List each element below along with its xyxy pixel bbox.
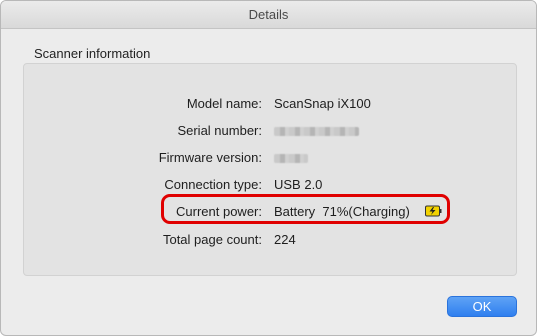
firmware-row: Firmware version: (24, 150, 516, 168)
serial-label: Serial number: (177, 123, 262, 138)
pagecount-row: Total page count: 224 (24, 232, 516, 250)
firmware-label: Firmware version: (158, 150, 262, 165)
scanner-info-panel: Model name: ScanSnap iX100 Serial number… (23, 63, 517, 276)
serial-value-redacted (274, 123, 359, 139)
model-label: Model name: (186, 96, 262, 111)
connection-label: Connection type: (164, 177, 262, 192)
connection-value: USB 2.0 (274, 177, 323, 192)
connection-row: Connection type: USB 2.0 (24, 177, 516, 195)
ok-button[interactable]: OK (447, 296, 517, 317)
current-power-highlight (161, 194, 450, 224)
window-title: Details (1, 1, 536, 29)
details-window: Details Scanner information Model name: … (0, 0, 537, 336)
section-title: Scanner information (34, 46, 151, 61)
serial-row: Serial number: (24, 123, 516, 141)
pagecount-label: Total page count: (162, 232, 262, 247)
battery-charging-icon (425, 205, 442, 217)
model-value: ScanSnap iX100 (274, 96, 371, 111)
pagecount-value: 224 (274, 232, 296, 247)
firmware-value-redacted (274, 150, 308, 166)
model-row: Model name: ScanSnap iX100 (24, 96, 516, 114)
